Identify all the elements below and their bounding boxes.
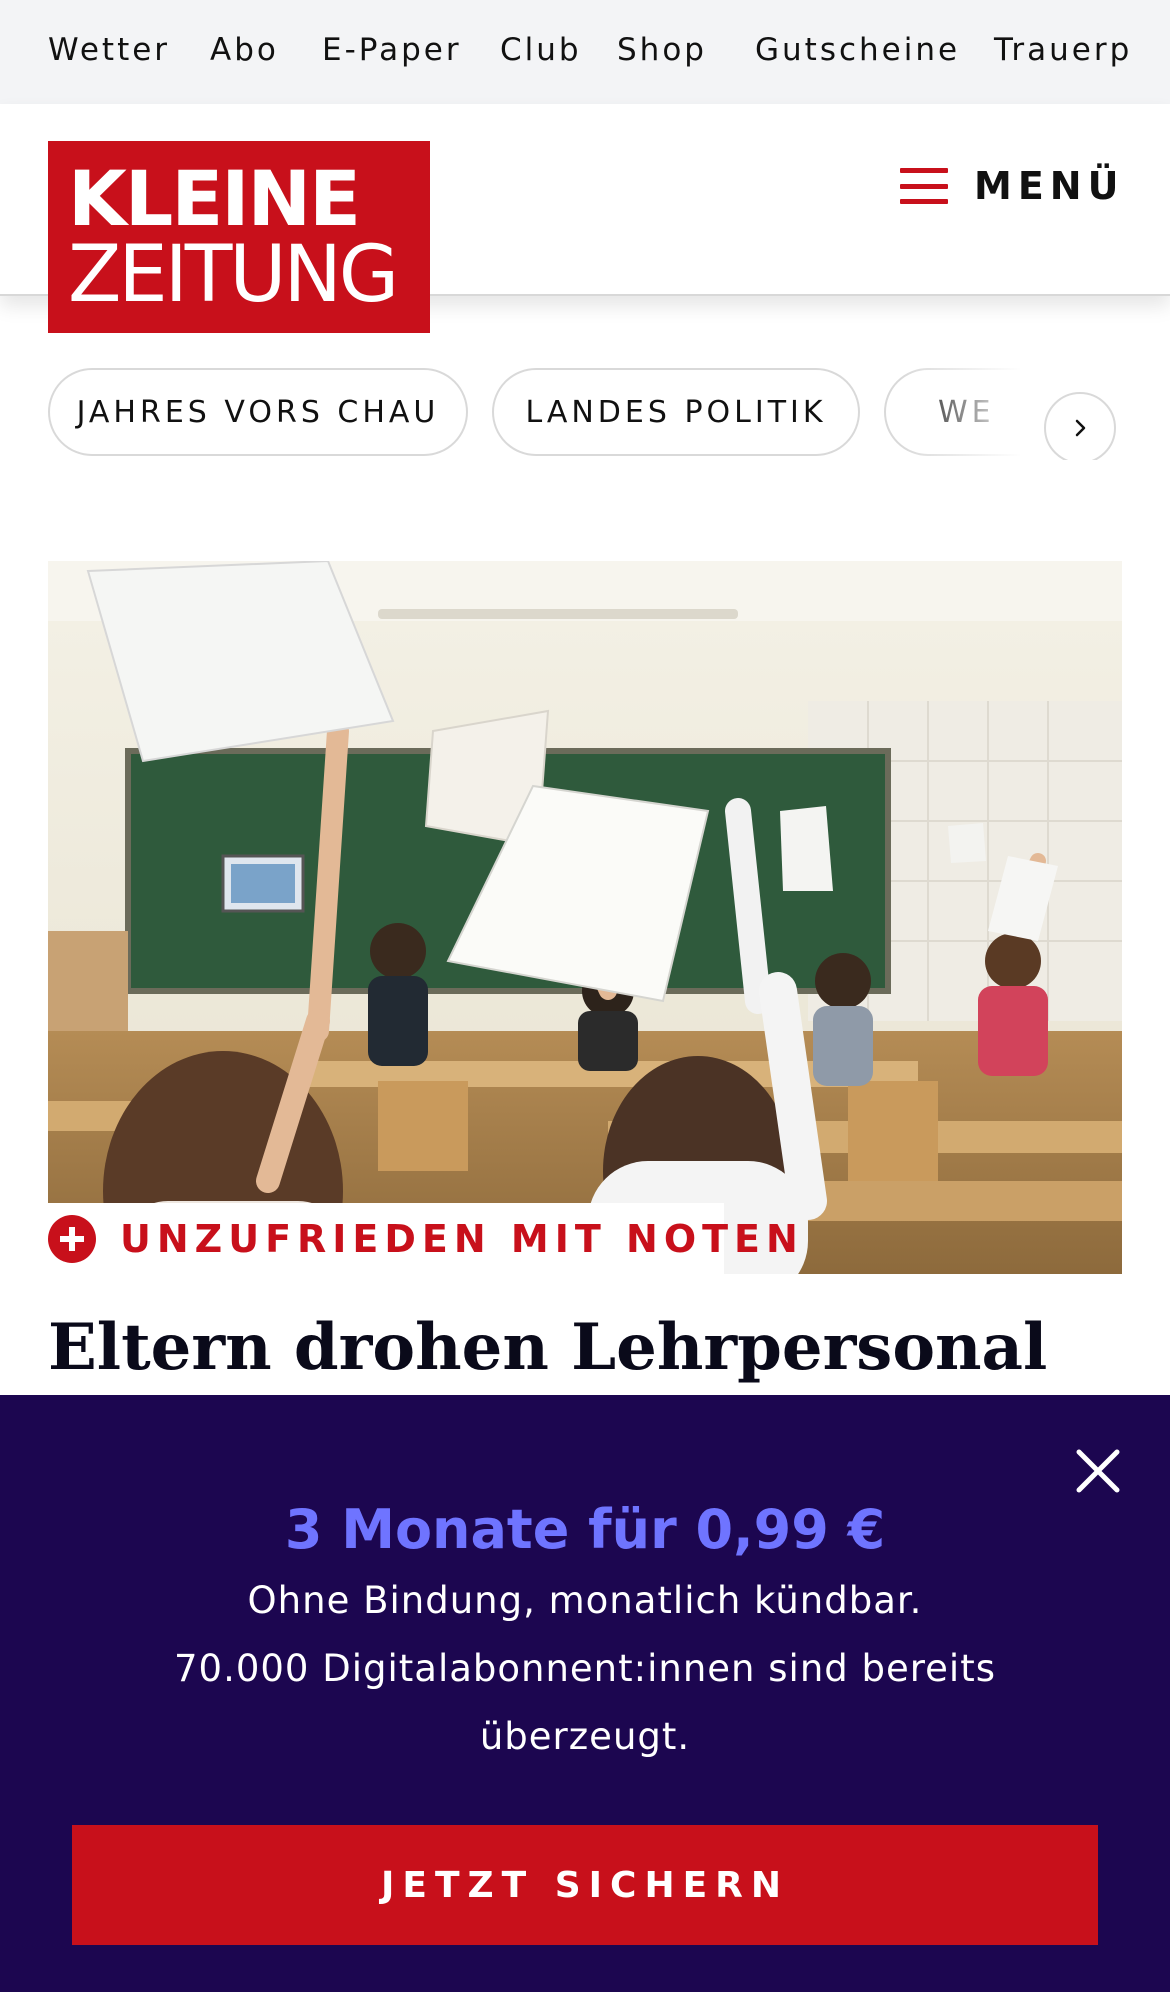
- offer-headline: 3 Monate für 0,99 €: [284, 1498, 886, 1561]
- menu-button[interactable]: MENÜ: [900, 156, 1124, 216]
- subscription-overlay: 3 Monate für 0,99 € Ohne Bindung, monatl…: [0, 1395, 1170, 1992]
- nav-link-abo[interactable]: Abo: [210, 30, 279, 70]
- article-kicker-text: UNZUFRIEDEN MIT NOTEN: [120, 1217, 804, 1261]
- overlay-close-button[interactable]: [1072, 1445, 1124, 1497]
- logo-line-2: ZEITUNG: [68, 230, 399, 320]
- article-teaser-image[interactable]: [48, 561, 1122, 1274]
- topic-chip-jahresvorschau[interactable]: JAHRES VORS CHAU: [48, 368, 468, 456]
- chip-scroll-next-button[interactable]: [1044, 392, 1116, 460]
- offer-line-3: überzeugt.: [479, 1715, 691, 1758]
- logo-line-1: KLEINE: [68, 154, 361, 243]
- top-utility-nav: Wetter Abo E-Paper Club Shop Gutscheine …: [0, 0, 1170, 104]
- article-headline[interactable]: Eltern drohen Lehrpersonal: [48, 1308, 1047, 1388]
- article-kicker: UNZUFRIEDEN MIT NOTEN: [48, 1203, 798, 1275]
- menu-label: MENÜ: [974, 164, 1125, 208]
- site-header: KLEINE ZEITUNG MENÜ: [0, 104, 1170, 333]
- nav-link-wetter[interactable]: Wetter: [48, 30, 170, 70]
- hamburger-icon: [900, 168, 948, 204]
- offer-line-1: Ohne Bindung, monatlich kündbar.: [247, 1579, 923, 1622]
- topic-chip-row: JAHRES VORS CHAU LANDES POLITIK WE: [0, 368, 1170, 460]
- plus-circle-icon: [48, 1215, 96, 1263]
- nav-link-shop[interactable]: Shop: [617, 30, 707, 70]
- nav-link-trauer[interactable]: Trauerp: [994, 30, 1132, 70]
- classroom-photo: [48, 561, 1122, 1274]
- chevron-right-icon: [1075, 419, 1086, 437]
- close-icon: [1076, 1449, 1120, 1493]
- nav-link-gutscheine[interactable]: Gutscheine: [755, 30, 960, 70]
- site-logo[interactable]: KLEINE ZEITUNG: [48, 141, 430, 333]
- chip-row-fade: [900, 368, 1170, 460]
- nav-link-club[interactable]: Club: [500, 30, 582, 70]
- nav-link-epaper[interactable]: E-Paper: [322, 30, 462, 70]
- subscribe-cta-button[interactable]: JETZT SICHERN: [72, 1825, 1098, 1945]
- offer-line-2: 70.000 Digitalabonnent:innen sind bereit…: [174, 1647, 996, 1690]
- topic-chip-landespolitik[interactable]: LANDES POLITIK: [492, 368, 860, 456]
